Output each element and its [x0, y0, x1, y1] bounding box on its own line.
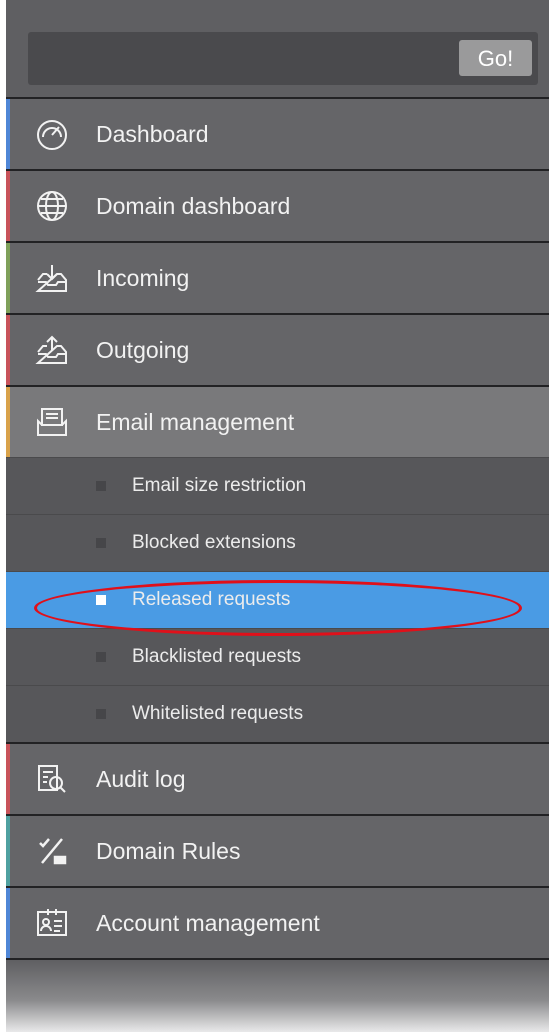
- speedometer-icon: [32, 114, 72, 154]
- category-stripe: [6, 888, 10, 958]
- category-stripe: [6, 99, 10, 169]
- bullet-icon: [96, 652, 106, 662]
- sidebar-item-account-management[interactable]: Account management: [6, 886, 549, 958]
- bullet-icon: [96, 709, 106, 719]
- sidebar-item-label: Incoming: [96, 264, 190, 291]
- search-input[interactable]: [34, 40, 458, 78]
- sidebar-item-label: Audit log: [96, 765, 186, 792]
- sidebar-item-label: Outgoing: [96, 336, 190, 363]
- sidebar-menu: Dashboard Domain dashboard Incoming Outg…: [6, 97, 549, 960]
- sidebar-panel: Go! Dashboard Domain dashboard Incoming: [6, 0, 549, 1032]
- category-stripe: [6, 387, 10, 457]
- bullet-icon: [96, 481, 106, 491]
- bullet-icon: [96, 538, 106, 548]
- submenu-item-blocked-extensions[interactable]: Blocked extensions: [6, 514, 549, 571]
- inbox-download-icon: [32, 258, 72, 298]
- sidebar-item-audit-log[interactable]: Audit log: [6, 742, 549, 814]
- sidebar-item-incoming[interactable]: Incoming: [6, 241, 549, 313]
- sidebar-item-email-management[interactable]: Email management: [6, 385, 549, 457]
- sidebar-item-domain-dashboard[interactable]: Domain dashboard: [6, 169, 549, 241]
- category-stripe: [6, 315, 10, 385]
- menu-end-divider: [6, 958, 549, 960]
- submenu-item-label: Blacklisted requests: [132, 646, 301, 667]
- account-card-icon: [32, 903, 72, 943]
- sidebar-item-label: Email management: [96, 408, 295, 435]
- category-stripe: [6, 816, 10, 886]
- sidebar-item-label: Dashboard: [96, 120, 209, 147]
- bullet-icon: [96, 595, 106, 605]
- sidebar-item-label: Domain dashboard: [96, 192, 291, 219]
- sidebar-item-outgoing[interactable]: Outgoing: [6, 313, 549, 385]
- sidebar-item-label: Domain Rules: [96, 837, 241, 864]
- email-tray-icon: [32, 402, 72, 442]
- category-stripe: [6, 171, 10, 241]
- percent-rules-icon: [32, 831, 72, 871]
- sidebar-item-domain-rules[interactable]: Domain Rules: [6, 814, 549, 886]
- sidebar-item-dashboard[interactable]: Dashboard: [6, 97, 549, 169]
- submenu-item-label: Email size restriction: [132, 475, 307, 496]
- go-button[interactable]: Go!: [459, 40, 532, 76]
- submenu-item-label: Whitelisted requests: [132, 703, 304, 724]
- globe-icon: [32, 186, 72, 226]
- search-bar: Go!: [28, 32, 538, 85]
- outbox-upload-icon: [32, 330, 72, 370]
- category-stripe: [6, 744, 10, 814]
- submenu-item-label: Blocked extensions: [132, 532, 296, 553]
- submenu-item-email-size-restriction[interactable]: Email size restriction: [6, 457, 549, 514]
- submenu-item-released-requests[interactable]: Released requests: [6, 571, 549, 628]
- submenu-item-whitelisted-requests[interactable]: Whitelisted requests: [6, 685, 549, 742]
- audit-search-icon: [32, 759, 72, 799]
- submenu-item-blacklisted-requests[interactable]: Blacklisted requests: [6, 628, 549, 685]
- sidebar-item-label: Account management: [96, 909, 320, 936]
- submenu-item-label: Released requests: [132, 589, 291, 610]
- category-stripe: [6, 243, 10, 313]
